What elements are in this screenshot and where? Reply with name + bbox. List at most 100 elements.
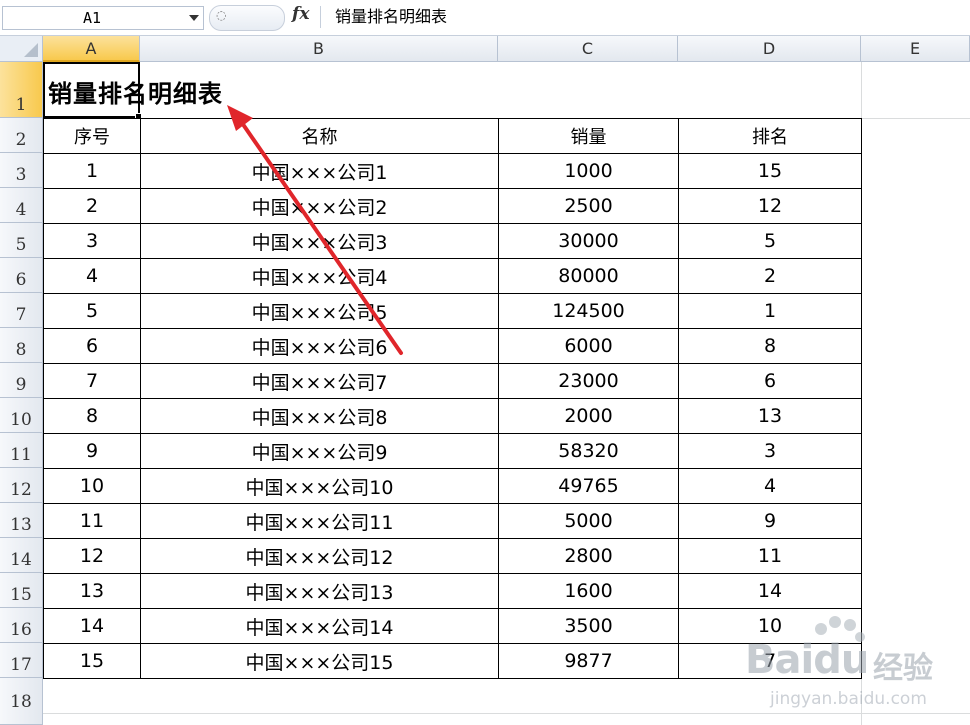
table-cell[interactable]: 3 — [43, 223, 141, 259]
table-cell[interactable]: 中国×××公司1 — [140, 153, 499, 189]
table-row: 9 中国×××公司9 58320 3 — [43, 433, 862, 469]
table-cell[interactable]: 23000 — [498, 363, 679, 399]
table-cell[interactable]: 5000 — [498, 503, 679, 539]
table-row: 7 中国×××公司7 23000 6 — [43, 363, 862, 399]
table-cell[interactable]: 30000 — [498, 223, 679, 259]
row-header-5[interactable]: 5 — [0, 223, 43, 258]
table-cell[interactable]: 9877 — [498, 643, 679, 679]
row-header-15[interactable]: 15 — [0, 573, 43, 608]
row-header-11[interactable]: 11 — [0, 433, 43, 468]
table-cell[interactable]: 2 — [43, 188, 141, 224]
grip-icon: ◌ — [216, 8, 227, 22]
row-header-8[interactable]: 8 — [0, 328, 43, 363]
name-box[interactable]: A1 — [2, 6, 204, 30]
table-cell[interactable]: 80000 — [498, 258, 679, 294]
table-cell[interactable]: 中国×××公司12 — [140, 538, 499, 574]
table-cell[interactable]: 12 — [678, 188, 862, 224]
table-cell[interactable]: 1 — [43, 153, 141, 189]
header-cell[interactable]: 销量 — [498, 118, 679, 154]
table-cell[interactable]: 中国×××公司3 — [140, 223, 499, 259]
table-cell[interactable]: 14 — [678, 573, 862, 609]
table-cell[interactable]: 15 — [43, 643, 141, 679]
insert-function-icon[interactable]: fx — [292, 4, 309, 24]
column-header-b[interactable]: B — [140, 36, 498, 62]
header-cell[interactable]: 序号 — [43, 118, 141, 154]
row-header-14[interactable]: 14 — [0, 538, 43, 573]
row-header-16[interactable]: 16 — [0, 608, 43, 643]
table-cell[interactable]: 6 — [43, 328, 141, 364]
table-cell[interactable]: 12 — [43, 538, 141, 574]
column-header-a[interactable]: A — [43, 36, 140, 62]
row-header-10[interactable]: 10 — [0, 398, 43, 433]
table-cell[interactable]: 6 — [678, 363, 862, 399]
row-header-13[interactable]: 13 — [0, 503, 43, 538]
row-header-3[interactable]: 3 — [0, 153, 43, 188]
table-cell[interactable]: 4 — [678, 468, 862, 504]
table-cell[interactable]: 4 — [43, 258, 141, 294]
table-cell[interactable]: 3 — [678, 433, 862, 469]
table-row: 14 中国×××公司14 3500 10 — [43, 608, 862, 644]
table-cell[interactable]: 中国×××公司4 — [140, 258, 499, 294]
table-cell[interactable]: 中国×××公司15 — [140, 643, 499, 679]
select-all-button[interactable] — [0, 36, 43, 62]
table-cell[interactable]: 13 — [678, 398, 862, 434]
table-cell[interactable]: 2500 — [498, 188, 679, 224]
row-header-17[interactable]: 17 — [0, 643, 43, 678]
table-cell[interactable]: 8 — [43, 398, 141, 434]
table-cell[interactable]: 中国×××公司13 — [140, 573, 499, 609]
table-cell[interactable]: 中国×××公司5 — [140, 293, 499, 329]
table-cell[interactable]: 5 — [678, 223, 862, 259]
row-header-7[interactable]: 7 — [0, 293, 43, 328]
table-cell[interactable]: 9 — [678, 503, 862, 539]
table-cell[interactable]: 2000 — [498, 398, 679, 434]
table-cell[interactable]: 1000 — [498, 153, 679, 189]
row-header-4[interactable]: 4 — [0, 188, 43, 223]
table-cell[interactable]: 49765 — [498, 468, 679, 504]
baidu-watermark: Baidu 经验 jingyan.baidu.com — [745, 615, 960, 715]
formula-bar-splitter[interactable]: ◌ — [209, 5, 285, 31]
column-header-c[interactable]: C — [498, 36, 678, 62]
header-cell[interactable]: 排名 — [678, 118, 862, 154]
table-cell[interactable]: 6000 — [498, 328, 679, 364]
row-header-12[interactable]: 12 — [0, 468, 43, 503]
table-cell[interactable]: 13 — [43, 573, 141, 609]
table-row: 13 中国×××公司13 1600 14 — [43, 573, 862, 609]
column-header-d[interactable]: D — [678, 36, 861, 62]
table-cell[interactable]: 中国×××公司14 — [140, 608, 499, 644]
table-cell[interactable]: 3500 — [498, 608, 679, 644]
table-cell[interactable]: 1 — [678, 293, 862, 329]
table-cell[interactable]: 14 — [43, 608, 141, 644]
table-cell[interactable]: 中国×××公司6 — [140, 328, 499, 364]
table-cell[interactable]: 中国×××公司7 — [140, 363, 499, 399]
row-header-1[interactable]: 1 — [0, 62, 43, 118]
row-header-2[interactable]: 2 — [0, 118, 43, 153]
chevron-down-icon[interactable] — [189, 15, 199, 21]
table-cell[interactable]: 1600 — [498, 573, 679, 609]
table-cell[interactable]: 10 — [43, 468, 141, 504]
header-cell[interactable]: 名称 — [140, 118, 499, 154]
table-cell[interactable]: 11 — [43, 503, 141, 539]
row-header-18[interactable]: 18 — [0, 678, 43, 725]
table-cell[interactable]: 中国×××公司9 — [140, 433, 499, 469]
row-header-9[interactable]: 9 — [0, 363, 43, 398]
table-cell[interactable]: 中国×××公司10 — [140, 468, 499, 504]
table-cell[interactable]: 9 — [43, 433, 141, 469]
table-cell[interactable]: 7 — [43, 363, 141, 399]
table-cell[interactable]: 中国×××公司11 — [140, 503, 499, 539]
table-cell[interactable]: 124500 — [498, 293, 679, 329]
column-header-e[interactable]: E — [861, 36, 970, 62]
table-cell[interactable]: 中国×××公司8 — [140, 398, 499, 434]
active-cell-border — [43, 62, 142, 120]
table-cell[interactable]: 11 — [678, 538, 862, 574]
table-cell[interactable]: 2 — [678, 258, 862, 294]
formula-input[interactable]: 销量排名明细表 — [320, 6, 968, 28]
table-row: 1 中国×××公司1 1000 15 — [43, 153, 862, 189]
table-cell[interactable]: 5 — [43, 293, 141, 329]
table-row: 5 中国×××公司5 124500 1 — [43, 293, 862, 329]
row-header-6[interactable]: 6 — [0, 258, 43, 293]
table-cell[interactable]: 58320 — [498, 433, 679, 469]
table-cell[interactable]: 8 — [678, 328, 862, 364]
table-cell[interactable]: 中国×××公司2 — [140, 188, 499, 224]
table-cell[interactable]: 15 — [678, 153, 862, 189]
table-cell[interactable]: 2800 — [498, 538, 679, 574]
